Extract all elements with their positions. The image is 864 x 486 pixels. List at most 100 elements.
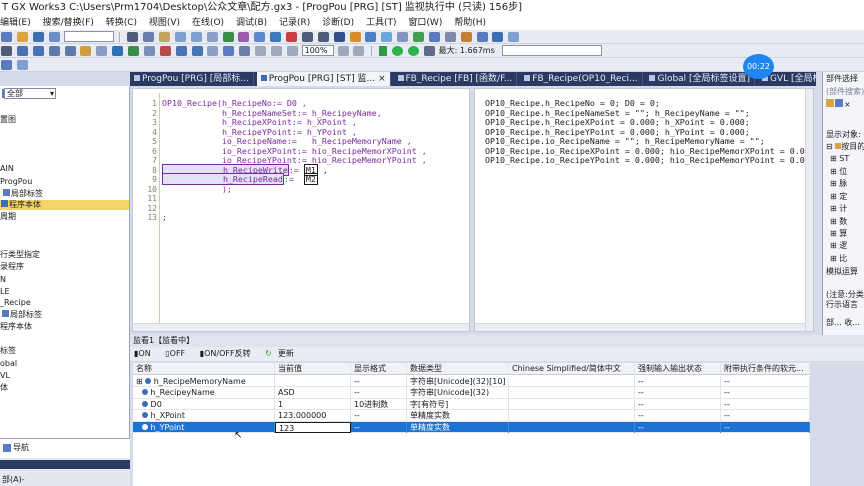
off-button[interactable]: ▯OFF [165, 349, 191, 358]
parts-tree-root[interactable]: ⊟ 按目的 [826, 142, 864, 152]
navigation-tab[interactable]: 导航 [0, 438, 130, 458]
folder-icon[interactable] [826, 99, 834, 107]
refresh-button[interactable]: ↻ 更新 [265, 349, 300, 358]
ladder-icon[interactable] [1, 46, 12, 56]
menu-tools[interactable]: 工具(T) [366, 18, 397, 28]
tab-progpou-local-labels[interactable]: ProgPou [PRG] [局部标... [130, 72, 254, 86]
compile-icon[interactable] [286, 32, 297, 42]
nav-item-fb-program-body[interactable]: 程序本体 [0, 322, 32, 332]
contact-icon[interactable] [16, 46, 28, 56]
zoom-out-icon[interactable] [270, 46, 282, 56]
nav-item-program-body-selected[interactable]: 程序本体 [0, 200, 129, 210]
nav-item-main[interactable]: AIN [0, 164, 14, 174]
write-plc-icon[interactable] [317, 32, 329, 42]
undo-icon[interactable] [174, 32, 186, 42]
parts-tree-item[interactable]: ⊞ 逻 [830, 241, 847, 251]
project-dropdown[interactable] [63, 31, 114, 42]
save-icon[interactable] [32, 32, 44, 42]
monitor-icon[interactable] [349, 32, 361, 42]
device-icon[interactable] [222, 32, 234, 42]
nav-item-registered-program[interactable]: 录程序 [0, 262, 24, 272]
nav-item-diagram[interactable]: 置图 [0, 115, 16, 125]
help-icon[interactable] [48, 32, 60, 42]
menu-convert[interactable]: 转换(C) [106, 18, 137, 28]
label-icon[interactable] [238, 32, 250, 42]
open-folder-icon[interactable] [16, 32, 28, 42]
nav-item-le[interactable]: LE [0, 287, 10, 297]
menu-online[interactable]: 在线(O) [192, 18, 224, 28]
nav-item-global[interactable]: obal [0, 359, 17, 369]
parts-tree-item[interactable]: ⊞ 脉 [830, 179, 847, 189]
tool-icon[interactable] [460, 32, 472, 42]
menu-help[interactable]: 帮助(H) [454, 18, 486, 28]
cell-value[interactable] [275, 375, 351, 387]
nav-item-labels[interactable]: 标签 [0, 346, 16, 356]
st-code-editor[interactable]: 1 2 3 4 5 6 7 8 9 10 11 12 13 OP10_Recip… [132, 88, 470, 332]
parts-panel-label[interactable]: 部(A)- [2, 474, 25, 485]
monitor-stop-icon[interactable] [365, 32, 377, 42]
parts-tree-item[interactable]: ⊞ 定 [830, 192, 847, 202]
play-icon[interactable] [379, 46, 388, 56]
menu-view[interactable]: 视图(V) [149, 18, 180, 28]
parts-tree-item[interactable]: ⊞ 数 [830, 217, 847, 227]
line-icon[interactable] [96, 46, 108, 56]
parts-tree-item[interactable]: ⊞ 位 [830, 167, 847, 177]
toggle-button[interactable]: ▮ON/OFF反转 [200, 349, 257, 358]
parts-tree-item[interactable]: ⊞ 比 [830, 254, 847, 264]
step-icon[interactable] [143, 46, 155, 56]
new-icon[interactable] [1, 32, 12, 42]
break-icon[interactable] [159, 46, 171, 56]
coil-icon[interactable] [32, 46, 44, 56]
zoom-fit-icon[interactable] [286, 46, 298, 56]
menu-diagnose[interactable]: 诊断(D) [322, 18, 354, 28]
cell-value[interactable]: 1 [275, 398, 351, 410]
menu-window[interactable]: 窗口(W) [408, 18, 442, 28]
zoom-dropdown[interactable]: 100% [301, 45, 334, 56]
print-icon[interactable] [444, 32, 456, 42]
close-icon[interactable]: × [378, 74, 386, 84]
table-row[interactable]: D0 1 10进制数 字[有符号] -- -- [133, 398, 810, 410]
online-icon[interactable] [413, 32, 424, 42]
zoom-in-icon[interactable] [255, 46, 266, 56]
parts-tree-item[interactable]: ⊞ 计 [830, 204, 847, 214]
comment-icon[interactable] [80, 46, 92, 56]
table-row[interactable]: h_RecipeyName ASD -- 字符串[Unicode](32) --… [133, 387, 810, 399]
nav-item-cycle[interactable]: 周期 [0, 212, 16, 222]
col-header-comment[interactable]: Chinese Simplified/简体中文 [509, 363, 635, 374]
nav-item-type-spec[interactable]: 行类型指定 [0, 250, 40, 260]
run-icon[interactable] [128, 46, 139, 56]
paste-icon[interactable] [159, 32, 170, 42]
tab-collection[interactable]: 收... [844, 318, 860, 327]
col-header-value[interactable]: 当前值 [275, 363, 351, 374]
jump-icon[interactable] [112, 46, 124, 56]
sample-icon[interactable] [191, 46, 203, 56]
project-icon[interactable] [1, 60, 12, 70]
redo-icon[interactable] [190, 32, 202, 42]
tab-fb-recipe-instance[interactable]: FB_Recipe(OP10_Reci... [520, 72, 643, 86]
menu-search[interactable]: 搜索/替换(F) [43, 18, 94, 28]
parts-tree-item[interactable]: ⊞ 算 [830, 229, 847, 239]
zoom-icon[interactable] [508, 32, 520, 42]
nav-scope-dropdown[interactable]: 全部 ▾ [4, 88, 56, 99]
find-icon[interactable] [206, 32, 218, 42]
function-icon[interactable] [48, 46, 60, 56]
tab-progpou-st-monitor[interactable]: ProgPou [PRG] [ST] 监... × [256, 72, 391, 86]
fb-icon[interactable] [64, 46, 76, 56]
nav-item-recipe[interactable]: _Recipe [0, 298, 31, 308]
parts-search-input[interactable]: (部件搜索) [826, 87, 864, 97]
check-ok-icon[interactable] [392, 46, 403, 56]
grid-icon[interactable] [337, 46, 349, 56]
cell-value[interactable]: ASD [275, 387, 351, 398]
menu-debug[interactable]: 调试(B) [236, 18, 267, 28]
list-icon[interactable] [835, 99, 843, 107]
window-icon[interactable] [428, 32, 440, 42]
parts-tree-item[interactable]: ⊞ ST [830, 154, 849, 164]
convert-icon[interactable] [270, 32, 282, 42]
col-header-format[interactable]: 显示格式 [351, 363, 407, 374]
cut-icon[interactable] [127, 32, 139, 42]
tab-fb-recipe-function[interactable]: FB_Recipe [FB] [函数/F... [394, 72, 518, 86]
cross-ref-icon[interactable] [254, 32, 266, 42]
scan-dropdown[interactable] [501, 45, 602, 56]
navigation-icon[interactable] [16, 60, 28, 70]
watch-icon[interactable] [397, 32, 409, 42]
